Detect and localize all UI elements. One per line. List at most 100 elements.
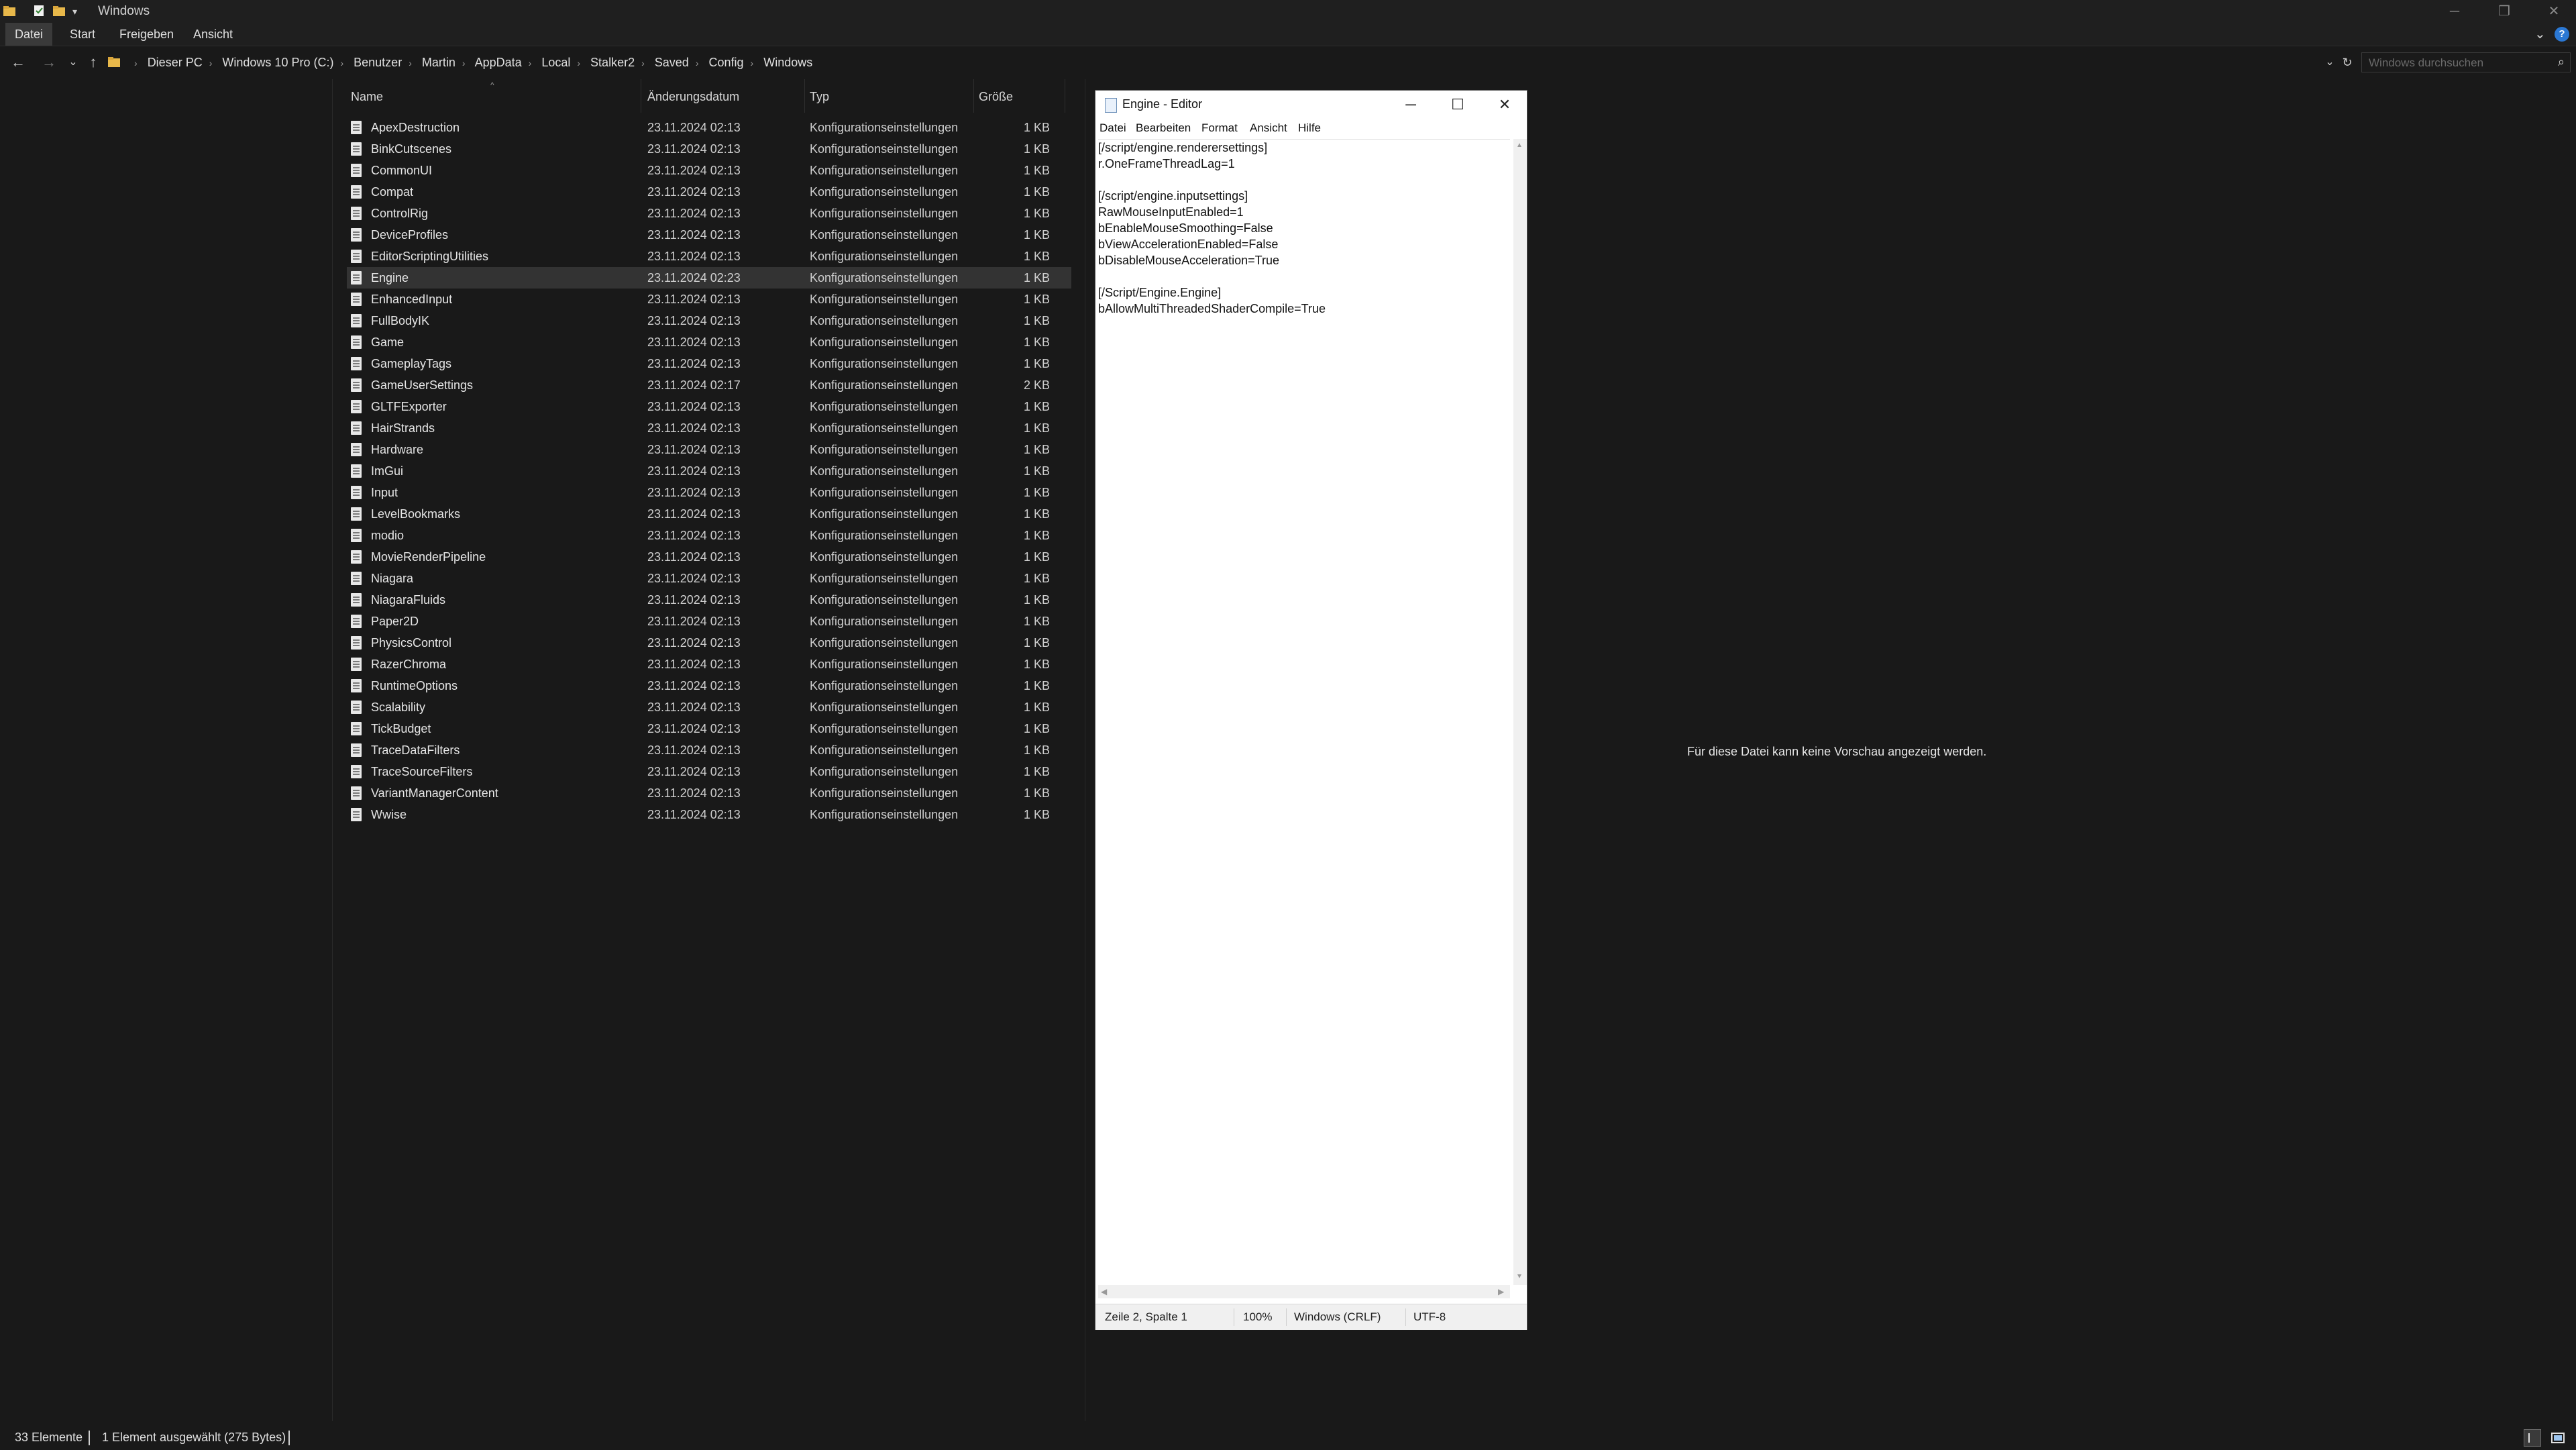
tab-start[interactable]: Start xyxy=(60,23,105,46)
refresh-icon[interactable]: ↻ xyxy=(2336,51,2359,74)
notepad-window[interactable]: Engine - Editor ─ ☐ ✕ Datei Bearbeiten F… xyxy=(1095,90,1527,1330)
file-row[interactable]: ControlRig 23.11.2024 02:13 Konfigurations… xyxy=(347,203,1071,224)
breadcrumb-item[interactable]: Local xyxy=(541,56,570,69)
file-row[interactable]: Input 23.11.2024 02:13 Konfigurationseinst… xyxy=(347,482,1071,503)
column-header-name[interactable]: Name xyxy=(351,85,383,109)
breadcrumb-item[interactable]: Windows 10 Pro (C:) xyxy=(222,56,333,69)
config-file-icon xyxy=(351,464,362,478)
tab-ansicht[interactable]: Ansicht xyxy=(184,23,242,46)
file-name: GameUserSettings xyxy=(371,378,474,392)
file-row[interactable]: Paper2D 23.11.2024 02:13 Konfigurationsein… xyxy=(347,611,1071,632)
file-row[interactable]: TraceDataFilters 23.11.2024 02:13 Konfigur… xyxy=(347,739,1071,761)
menu-ansicht[interactable]: Ansicht xyxy=(1250,121,1287,135)
navigation-pane-divider[interactable] xyxy=(332,79,333,1421)
file-row[interactable]: modio 23.11.2024 02:13 Konfigurationseinst… xyxy=(347,525,1071,546)
scroll-down-arrow-icon[interactable]: ▼ xyxy=(1516,1273,1523,1280)
file-row[interactable]: Game 23.11.2024 02:13 Konfigurationseinste… xyxy=(347,331,1071,353)
notepad-close-button[interactable]: ✕ xyxy=(1481,91,1528,119)
file-row[interactable]: GameUserSettings 23.11.2024 02:17 Konfigur… xyxy=(347,374,1071,396)
scroll-left-arrow-icon[interactable]: ◀ xyxy=(1101,1287,1107,1296)
back-arrow-icon[interactable]: ← xyxy=(7,51,30,74)
file-date: 23.11.2024 02:13 xyxy=(647,314,741,327)
file-row[interactable]: Hardware 23.11.2024 02:13 Konfigurationsei… xyxy=(347,439,1071,460)
help-icon[interactable]: ? xyxy=(2555,27,2569,42)
breadcrumb-item[interactable]: Saved xyxy=(655,56,689,69)
file-row[interactable]: LevelBookmarks 23.11.2024 02:13 Konfigurat… xyxy=(347,503,1071,525)
config-file-icon xyxy=(351,400,362,413)
file-type: Konfigurationseinstellungen xyxy=(810,808,959,821)
close-button[interactable]: ✕ xyxy=(2533,0,2575,23)
file-row[interactable]: EnhancedInput 23.11.2024 02:13 Konfigurati… xyxy=(347,289,1071,310)
file-row[interactable]: FullBodyIK 23.11.2024 02:13 Konfigurations… xyxy=(347,310,1071,331)
file-row[interactable]: NiagaraFluids 23.11.2024 02:13 Konfigurati… xyxy=(347,589,1071,611)
column-header-size[interactable]: Größe xyxy=(979,85,1013,109)
file-row[interactable]: Compat 23.11.2024 02:13 Konfigurationseins… xyxy=(347,181,1071,203)
column-divider[interactable] xyxy=(973,79,974,113)
search-icon[interactable]: ⌕ xyxy=(2558,55,2565,69)
file-row[interactable]: GLTFExporter 23.11.2024 02:13 Konfiguratio… xyxy=(347,396,1071,417)
file-date: 23.11.2024 02:17 xyxy=(647,378,741,392)
file-row[interactable]: TickBudget 23.11.2024 02:13 Konfigurations… xyxy=(347,718,1071,739)
file-name: Engine xyxy=(371,271,409,284)
file-row[interactable]: BinkCutscenes 23.11.2024 02:13 Konfigurati… xyxy=(347,138,1071,160)
vertical-scrollbar[interactable]: ▲ ▼ xyxy=(1513,139,1527,1285)
file-row[interactable]: DeviceProfiles 23.11.2024 02:13 Konfigurat… xyxy=(347,224,1071,246)
file-row[interactable]: ApexDestruction 23.11.2024 02:13 Konfigura… xyxy=(347,117,1071,138)
up-arrow-icon[interactable]: ↑ xyxy=(82,51,105,74)
config-file-icon xyxy=(351,572,362,585)
search-input[interactable]: Windows durchsuchen ⌕ xyxy=(2361,52,2571,72)
horizontal-scrollbar[interactable]: ◀ ▶ xyxy=(1098,1285,1510,1298)
file-row[interactable]: CommonUI 23.11.2024 02:13 Konfigurationsei… xyxy=(347,160,1071,181)
notepad-maximize-button[interactable]: ☐ xyxy=(1434,91,1481,119)
menu-format[interactable]: Format xyxy=(1201,121,1238,135)
file-row[interactable]: RuntimeOptions 23.11.2024 02:13 Konfigurat… xyxy=(347,675,1071,696)
recent-locations-icon[interactable]: ⌄ xyxy=(62,51,85,74)
notepad-title-bar[interactable]: Engine - Editor ─ ☐ ✕ xyxy=(1095,91,1527,119)
file-row[interactable]: GameplayTags 23.11.2024 02:13 Konfiguratio… xyxy=(347,353,1071,374)
breadcrumb-item[interactable]: Dieser PC xyxy=(148,56,203,69)
details-view-icon[interactable] xyxy=(2524,1429,2541,1447)
config-file-icon xyxy=(351,164,362,177)
file-row[interactable]: Wwise 23.11.2024 02:13 Konfigurationseinst… xyxy=(347,804,1071,825)
column-divider[interactable] xyxy=(804,79,805,113)
minimize-button[interactable]: ─ xyxy=(2434,0,2475,23)
breadcrumb-item[interactable]: Config xyxy=(709,56,744,69)
column-header-date[interactable]: Änderungsdatum xyxy=(647,85,739,109)
file-type: Konfigurationseinstellungen xyxy=(810,615,959,628)
menu-datei[interactable]: Datei xyxy=(1099,121,1126,135)
restore-button[interactable]: ❐ xyxy=(2483,0,2525,23)
file-row[interactable]: EditorScriptingUtilities 23.11.2024 02:13… xyxy=(347,246,1071,267)
breadcrumb-item[interactable]: Windows xyxy=(763,56,812,69)
file-row[interactable]: Engine 23.11.2024 02:23 Konfigurationseins… xyxy=(347,267,1071,289)
customize-quick-access-icon[interactable]: ▾ xyxy=(72,6,86,19)
notepad-minimize-button[interactable]: ─ xyxy=(1387,91,1434,119)
file-row[interactable]: Scalability 23.11.2024 02:13 Konfiguration… xyxy=(347,696,1071,718)
large-icons-view-icon[interactable] xyxy=(2549,1429,2567,1447)
file-row[interactable]: PhysicsControl 23.11.2024 02:13 Konfigurat… xyxy=(347,632,1071,654)
chevron-down-icon[interactable]: ⌄ xyxy=(2534,25,2546,42)
notepad-text-area[interactable]: [/script/engine.renderersettings] r.OneF… xyxy=(1098,139,1510,1280)
new-folder-icon[interactable] xyxy=(52,4,66,17)
column-header-type[interactable]: Typ xyxy=(810,85,829,109)
file-row[interactable]: Niagara 23.11.2024 02:13 Konfigurationsein… xyxy=(347,568,1071,589)
file-row[interactable]: VariantManagerContent 23.11.2024 02:13 Kon… xyxy=(347,782,1071,804)
breadcrumb[interactable]: › Dieser PC › Windows 10 Pro (C:) › Benutz… xyxy=(127,51,812,74)
breadcrumb-item[interactable]: AppData xyxy=(475,56,522,69)
file-row[interactable]: HairStrands 23.11.2024 02:13 Konfiguration… xyxy=(347,417,1071,439)
breadcrumb-item[interactable]: Stalker2 xyxy=(590,56,635,69)
file-row[interactable]: MovieRenderPipeline 23.11.2024 02:13 Konfi… xyxy=(347,546,1071,568)
properties-icon[interactable] xyxy=(32,4,46,17)
tab-freigeben[interactable]: Freigeben xyxy=(110,23,183,46)
file-row[interactable]: ImGui 23.11.2024 02:13 Konfigurationseinst… xyxy=(347,460,1071,482)
tab-datei[interactable]: Datei xyxy=(5,23,53,46)
file-name: NiagaraFluids xyxy=(371,593,446,607)
menu-bearbeiten[interactable]: Bearbeiten xyxy=(1136,121,1191,135)
scroll-up-arrow-icon[interactable]: ▲ xyxy=(1516,142,1523,149)
forward-arrow-icon[interactable]: → xyxy=(38,51,60,74)
scroll-right-arrow-icon[interactable]: ▶ xyxy=(1498,1287,1504,1296)
file-row[interactable]: TraceSourceFilters 23.11.2024 02:13 Konfig… xyxy=(347,761,1071,782)
breadcrumb-item[interactable]: Benutzer xyxy=(354,56,402,69)
breadcrumb-item[interactable]: Martin xyxy=(422,56,455,69)
menu-hilfe[interactable]: Hilfe xyxy=(1298,121,1321,135)
file-row[interactable]: RazerChroma 23.11.2024 02:13 Konfiguration… xyxy=(347,654,1071,675)
